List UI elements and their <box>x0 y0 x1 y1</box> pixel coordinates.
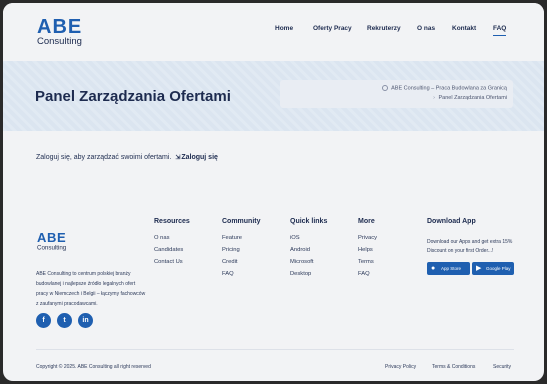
footer-link[interactable]: Desktop <box>290 268 327 280</box>
breadcrumb: ABE Consulting – Praca Budowlana za Gran… <box>280 80 513 108</box>
apple-icon: ● <box>431 265 436 272</box>
privacy-policy-link[interactable]: Privacy Policy <box>385 364 416 370</box>
footer-description: ABE Consulting to centrum polskiej branż… <box>36 271 146 307</box>
linkedin-icon[interactable]: in <box>78 313 93 328</box>
terms-link[interactable]: Terms & Conditions <box>432 364 475 370</box>
nav-recruiters[interactable]: Rekruterzy <box>367 25 401 32</box>
page-hero: Panel Zarządzania Ofertami ABE Consultin… <box>3 61 544 131</box>
footer-link[interactable]: Feature <box>222 232 261 244</box>
footer-link[interactable]: FAQ <box>358 268 377 280</box>
main-nav: Home Oferty Pracy Rekruterzy O nas Konta… <box>3 25 544 39</box>
footer-link[interactable]: iOS <box>290 232 327 244</box>
twitter-icon[interactable]: t <box>57 313 72 328</box>
footer-column-download: Download App <box>427 218 476 232</box>
chevron-right-icon: › <box>433 95 435 101</box>
footer-link[interactable]: FAQ <box>222 268 261 280</box>
copyright-text: Copyright © 2025. ABE Consulting all rig… <box>36 364 151 370</box>
footer-column-more: More Privacy Helps Terms FAQ <box>358 218 377 280</box>
footer-column-title: Community <box>222 218 261 225</box>
nav-job-offers[interactable]: Oferty Pracy <box>313 25 352 32</box>
footer-column-resources: Resources O nas Candidates Contact Us <box>154 218 190 268</box>
nav-contact[interactable]: Kontakt <box>452 25 476 32</box>
footer-link[interactable]: Android <box>290 244 327 256</box>
footer-divider <box>36 349 514 350</box>
footer-link[interactable]: O nas <box>154 232 190 244</box>
login-link[interactable]: ⇲Zaloguj się <box>175 154 218 161</box>
svg-text:ABE: ABE <box>37 230 66 245</box>
footer-link[interactable]: Microsoft <box>290 256 327 268</box>
breadcrumb-home-link[interactable]: ABE Consulting – Praca Budowlana za Gran… <box>391 85 507 91</box>
facebook-icon[interactable]: f <box>36 313 51 328</box>
nav-home[interactable]: Home <box>275 25 293 32</box>
breadcrumb-current: Panel Zarządzania Ofertami <box>438 95 507 101</box>
footer-column-title: Download App <box>427 218 476 225</box>
download-app-text: Download our Apps and get extra 15% Disc… <box>427 239 513 254</box>
footer-link[interactable]: Candidates <box>154 244 190 256</box>
footer-column-community: Community Feature Pricing Credit FAQ <box>222 218 261 280</box>
footer-column-quick-links: Quick links iOS Android Microsoft Deskto… <box>290 218 327 280</box>
footer-link[interactable]: Helps <box>358 244 377 256</box>
footer-column-title: Quick links <box>290 218 328 225</box>
login-prompt-text: Zaloguj się, aby zarządzać swoimi oferta… <box>36 154 172 161</box>
footer-link[interactable]: Terms <box>358 256 377 268</box>
footer-link[interactable]: Privacy <box>358 232 377 244</box>
page-title: Panel Zarządzania Ofertami <box>35 88 231 105</box>
footer-logo[interactable]: ABE Consulting <box>36 229 80 251</box>
site-header: ABE Consulting Home Oferty Pracy Rekrute… <box>3 3 544 61</box>
footer-link[interactable]: Credit <box>222 256 261 268</box>
security-link[interactable]: Security <box>493 364 511 370</box>
nav-faq[interactable]: FAQ <box>493 25 507 36</box>
google-play-button[interactable]: ▶ Google Play <box>472 262 514 275</box>
browser-page: ABE Consulting Home Oferty Pracy Rekrute… <box>3 3 544 381</box>
footer-column-title: Resources <box>154 218 190 225</box>
app-store-button[interactable]: ● App Store <box>427 262 470 275</box>
svg-text:Consulting: Consulting <box>37 245 67 252</box>
footer-link[interactable]: Contact Us <box>154 256 190 268</box>
login-notice: Zaloguj się, aby zarządzać swoimi oferta… <box>36 154 218 161</box>
play-icon: ▶ <box>476 265 482 272</box>
footer-column-title: More <box>358 218 375 225</box>
footer-link[interactable]: Pricing <box>222 244 261 256</box>
nav-about[interactable]: O nas <box>417 25 435 32</box>
home-icon <box>381 85 388 91</box>
